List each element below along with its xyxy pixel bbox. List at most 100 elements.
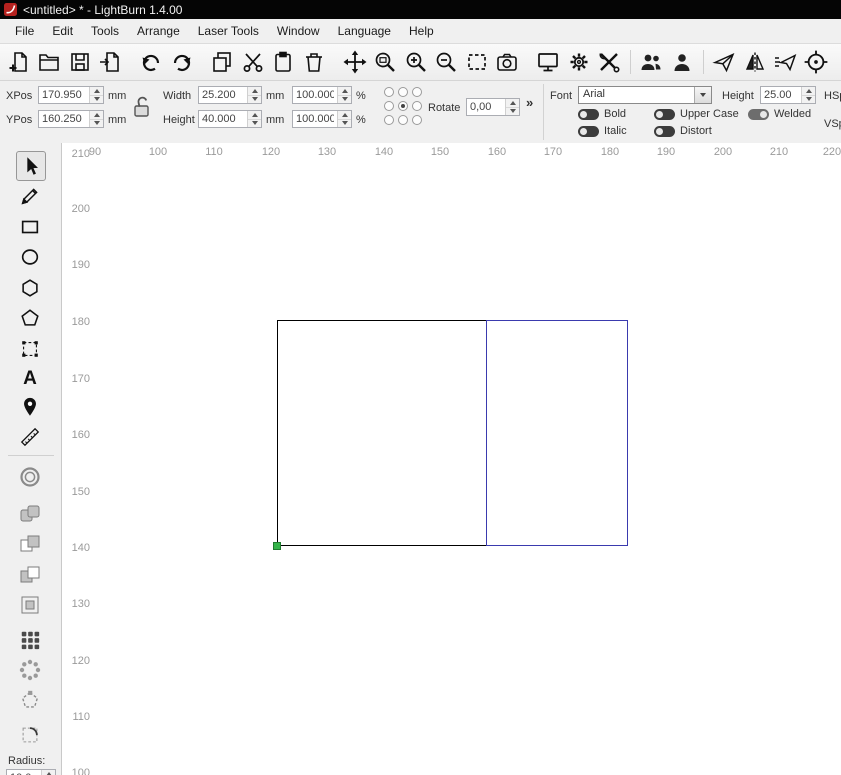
anchor-bottom-right[interactable] <box>412 115 422 125</box>
distort-toggle-switch[interactable] <box>654 126 675 137</box>
font-combobox[interactable]: Arial <box>578 86 712 104</box>
boolean-intersect-tool-button[interactable] <box>16 591 44 619</box>
edit-nodes-tool-button[interactable] <box>16 304 44 332</box>
pan-button[interactable] <box>342 48 367 76</box>
anchor-point-grid[interactable] <box>384 87 422 125</box>
origin-marker[interactable] <box>273 542 281 550</box>
font-height-field[interactable] <box>760 86 816 104</box>
zoom-out-button[interactable] <box>433 48 458 76</box>
ypos-spinner[interactable] <box>89 111 103 127</box>
radius-field[interactable] <box>6 769 56 775</box>
aspect-lock-button[interactable] <box>130 94 154 120</box>
copy-button[interactable] <box>210 48 235 76</box>
anchor-top-center[interactable] <box>398 87 408 97</box>
rotate-input[interactable] <box>467 99 505 115</box>
position-laser-tool-button[interactable] <box>16 393 44 421</box>
menu-edit[interactable]: Edit <box>43 21 82 41</box>
anchor-top-left[interactable] <box>384 87 394 97</box>
bold-toggle-switch[interactable] <box>578 109 599 120</box>
height-percent-spinner[interactable] <box>337 111 351 127</box>
radius-corner-tool-button[interactable] <box>16 721 44 749</box>
new-file-button[interactable] <box>6 48 31 76</box>
font-height-spinner[interactable] <box>801 87 815 103</box>
width-spinner[interactable] <box>247 87 261 103</box>
workspace-canvas[interactable]: 90 100 110 120 130 140 150 160 170 180 1… <box>62 143 841 775</box>
toolbar-overflow-button[interactable]: » <box>526 95 533 110</box>
offset-shapes-tool-button[interactable] <box>16 463 44 491</box>
height-percent-field[interactable] <box>292 110 352 128</box>
rectangle-tool-button[interactable] <box>16 213 44 241</box>
zoom-in-button[interactable] <box>403 48 428 76</box>
width-percent-field[interactable] <box>292 86 352 104</box>
italic-toggle[interactable]: Italic <box>578 125 627 137</box>
menu-help[interactable]: Help <box>400 21 443 41</box>
boolean-union-tool-button[interactable] <box>16 530 44 558</box>
width-input[interactable] <box>199 87 247 103</box>
upper-case-toggle[interactable]: Upper Case <box>654 108 739 120</box>
height-field[interactable] <box>198 110 262 128</box>
menu-language[interactable]: Language <box>329 21 400 41</box>
xpos-input[interactable] <box>39 87 89 103</box>
single-user-button[interactable] <box>669 48 694 76</box>
copy-along-path-tool-button[interactable] <box>16 686 44 714</box>
anchor-center[interactable] <box>398 101 408 111</box>
redo-button[interactable] <box>169 48 194 76</box>
rectangle-shape-blue-selected[interactable] <box>486 320 628 546</box>
height-spinner[interactable] <box>247 111 261 127</box>
cut-button[interactable] <box>240 48 265 76</box>
polygon-tool-button[interactable] <box>16 274 44 302</box>
settings-button[interactable] <box>566 48 591 76</box>
width-percent-input[interactable] <box>293 87 337 103</box>
width-percent-spinner[interactable] <box>337 87 351 103</box>
xpos-field[interactable] <box>38 86 104 104</box>
anchor-bottom-left[interactable] <box>384 115 394 125</box>
menu-window[interactable]: Window <box>268 21 329 41</box>
circular-array-tool-button[interactable] <box>16 656 44 684</box>
camera-capture-button[interactable] <box>494 48 519 76</box>
menu-laser-tools[interactable]: Laser Tools <box>189 21 268 41</box>
send-lines-button[interactable] <box>772 48 797 76</box>
zoom-frame-button[interactable] <box>373 48 398 76</box>
boolean-subtract-tool-button[interactable] <box>16 561 44 589</box>
preview-button[interactable] <box>535 48 560 76</box>
menu-arrange[interactable]: Arrange <box>128 21 189 41</box>
width-field[interactable] <box>198 86 262 104</box>
ellipse-tool-button[interactable] <box>16 243 44 271</box>
import-button[interactable] <box>97 48 122 76</box>
open-file-button[interactable] <box>36 48 61 76</box>
bold-toggle[interactable]: Bold <box>578 108 626 120</box>
menu-tools[interactable]: Tools <box>82 21 128 41</box>
draw-lines-tool-button[interactable] <box>16 182 44 210</box>
italic-toggle-switch[interactable] <box>578 126 599 137</box>
text-tool-button[interactable]: A <box>16 365 44 393</box>
delete-button[interactable] <box>301 48 326 76</box>
rectangle-shape-black[interactable] <box>277 320 487 546</box>
frame-selection-button[interactable] <box>464 48 489 76</box>
paste-button[interactable] <box>271 48 296 76</box>
weld-tool-button[interactable] <box>16 500 44 528</box>
height-percent-input[interactable] <box>293 111 337 127</box>
undo-button[interactable] <box>138 48 163 76</box>
upper-case-toggle-switch[interactable] <box>654 109 675 120</box>
save-button[interactable] <box>67 48 92 76</box>
device-settings-button[interactable] <box>596 48 621 76</box>
anchor-middle-left[interactable] <box>384 101 394 111</box>
menu-file[interactable]: File <box>6 21 43 41</box>
mirror-button[interactable] <box>742 48 767 76</box>
ypos-input[interactable] <box>39 111 89 127</box>
welded-toggle-switch[interactable] <box>748 109 769 120</box>
radius-spinner[interactable] <box>41 770 55 775</box>
ypos-field[interactable] <box>38 110 104 128</box>
anchor-bottom-center[interactable] <box>398 115 408 125</box>
radius-input[interactable] <box>7 770 41 775</box>
anchor-middle-right[interactable] <box>412 101 422 111</box>
font-dropdown-button[interactable] <box>694 87 711 103</box>
frame-tool-button[interactable] <box>16 335 44 363</box>
height-input[interactable] <box>199 111 247 127</box>
xpos-spinner[interactable] <box>89 87 103 103</box>
measure-tool-button[interactable] <box>16 423 44 451</box>
rotate-field[interactable] <box>466 98 520 116</box>
distort-toggle[interactable]: Distort <box>654 125 712 137</box>
font-height-input[interactable] <box>761 87 801 103</box>
grid-array-tool-button[interactable] <box>16 626 44 654</box>
